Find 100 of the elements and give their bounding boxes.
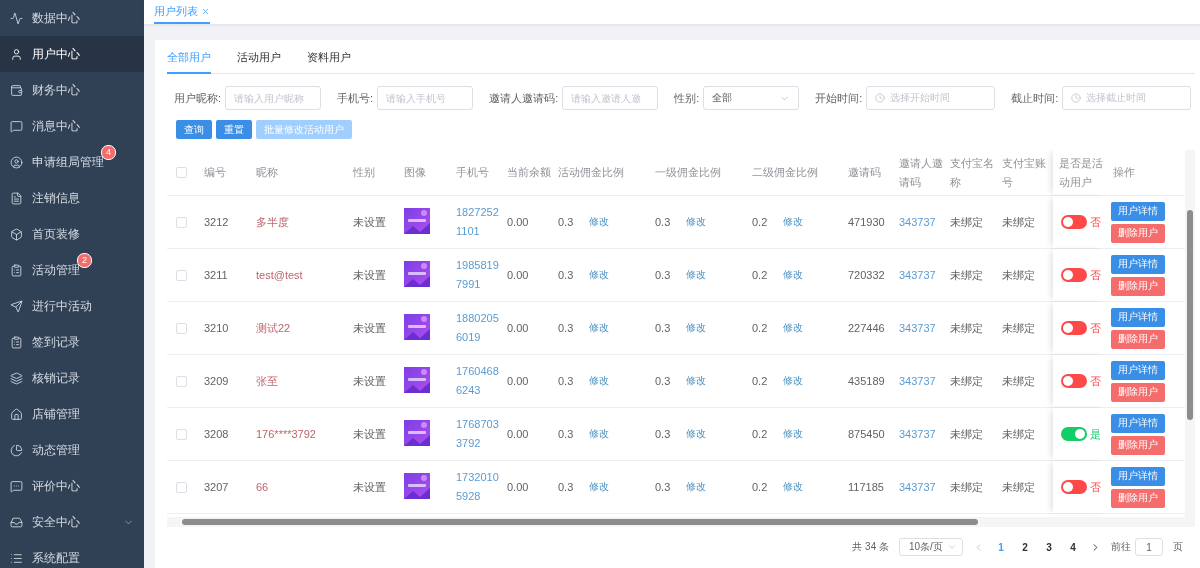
tab[interactable]: 资料用户 [307, 50, 351, 74]
page-size-select[interactable]: 10条/页 [899, 538, 963, 556]
details-button[interactable]: 用户详情 [1111, 254, 1165, 274]
toggle-switch[interactable] [1061, 480, 1087, 494]
checkbox[interactable] [176, 269, 187, 281]
phone-link[interactable]: 17604686243 [456, 362, 499, 400]
details-button[interactable]: 用户详情 [1111, 307, 1165, 327]
sidebar-item[interactable]: 核销记录 [0, 360, 144, 396]
page-input[interactable]: 1 [1135, 538, 1163, 556]
sidebar-item[interactable]: 首页装修 [0, 216, 144, 252]
edit-link[interactable]: 修改 [686, 215, 707, 229]
sidebar-item[interactable]: 签到记录 [0, 324, 144, 360]
edit-link[interactable]: 修改 [783, 268, 804, 282]
edit-link[interactable]: 修改 [783, 374, 804, 388]
details-button[interactable]: 用户详情 [1111, 466, 1165, 486]
page-number[interactable]: 4 [1066, 541, 1080, 553]
toggle-switch[interactable] [1061, 268, 1087, 282]
checkbox[interactable] [176, 481, 187, 493]
sidebar-item[interactable]: 系统配置 [0, 540, 144, 568]
select-field[interactable]: 全部 [703, 86, 800, 110]
edit-link[interactable]: 修改 [686, 480, 707, 494]
close-icon[interactable] [201, 6, 210, 16]
details-button[interactable]: 用户详情 [1111, 201, 1165, 221]
edit-link[interactable]: 修改 [783, 321, 804, 335]
checkbox[interactable] [176, 216, 187, 228]
table-cell-text: 未设置 [353, 214, 387, 230]
sidebar-item[interactable]: 进行中活动 [0, 288, 144, 324]
sidebar-item[interactable]: 评价中心 [0, 468, 144, 504]
page-number[interactable]: 1 [994, 541, 1008, 553]
send-icon [10, 299, 23, 313]
delete-button[interactable]: 删除用户 [1111, 435, 1165, 455]
sidebar-item[interactable]: 动态管理 [0, 432, 144, 468]
tab[interactable]: 全部用户 [167, 50, 211, 74]
sidebar-label: 消息中心 [32, 117, 80, 135]
table-cell-text: 0.3 [655, 373, 672, 389]
details-button[interactable]: 用户详情 [1111, 413, 1165, 433]
details-button[interactable]: 用户详情 [1111, 360, 1165, 380]
sidebar-item[interactable]: 注销信息 [0, 180, 144, 216]
sidebar-item[interactable]: 申请组局管理 4 [0, 144, 144, 180]
inviter-link[interactable]: 343737 [899, 318, 950, 338]
sidebar-label: 用户中心 [32, 45, 80, 63]
table-cell-text: 0.2 [752, 373, 769, 389]
action-button[interactable]: 重置 [216, 120, 252, 139]
action-button[interactable]: 查询 [176, 120, 212, 139]
toggle-switch[interactable] [1061, 374, 1087, 388]
inviter-link[interactable]: 343737 [899, 477, 950, 497]
edit-link[interactable]: 修改 [589, 268, 610, 282]
edit-link[interactable]: 修改 [686, 268, 707, 282]
horizontal-scrollbar[interactable] [167, 517, 1185, 527]
sidebar-item[interactable]: 活动管理 2 [0, 252, 144, 288]
inviter-link[interactable]: 343737 [899, 424, 950, 444]
sidebar-item[interactable]: 数据中心 [0, 0, 144, 36]
sidebar-item[interactable]: 用户中心 [0, 36, 144, 72]
edit-link[interactable]: 修改 [783, 480, 804, 494]
phone-link[interactable]: 17687033792 [456, 415, 499, 453]
table-cell-text: 未设置 [353, 479, 387, 495]
toggle-switch[interactable] [1061, 427, 1087, 441]
edit-link[interactable]: 修改 [589, 427, 610, 441]
inviter-link[interactable]: 343737 [899, 265, 950, 285]
total-count: 共 34 条 [852, 540, 889, 554]
edit-link[interactable]: 修改 [589, 480, 610, 494]
sidebar-item[interactable]: 店铺管理 [0, 396, 144, 432]
phone-link[interactable]: 17320105928 [456, 468, 499, 506]
edit-link[interactable]: 修改 [783, 427, 804, 441]
sidebar-item[interactable]: 安全中心 [0, 504, 144, 540]
sidebar-label: 核销记录 [32, 369, 80, 387]
delete-button[interactable]: 删除用户 [1111, 276, 1165, 296]
edit-link[interactable]: 修改 [589, 321, 610, 335]
sidebar-item[interactable]: 消息中心 [0, 108, 144, 144]
clipboard-icon [10, 335, 23, 349]
checkbox[interactable] [176, 375, 187, 387]
vertical-scrollbar[interactable] [1185, 150, 1195, 527]
delete-button[interactable]: 删除用户 [1111, 223, 1165, 243]
edit-link[interactable]: 修改 [686, 374, 707, 388]
table-cell-text: 3211 [204, 267, 229, 283]
delete-button[interactable]: 删除用户 [1111, 488, 1165, 508]
checkbox[interactable] [176, 167, 187, 178]
page-number[interactable]: 2 [1018, 541, 1032, 553]
phone-link[interactable]: 19858197991 [456, 256, 499, 294]
edit-link[interactable]: 修改 [589, 374, 610, 388]
edit-link[interactable]: 修改 [686, 427, 707, 441]
edit-link[interactable]: 修改 [686, 321, 707, 335]
page-tab[interactable]: 用户列表 [154, 0, 210, 24]
checkbox[interactable] [176, 428, 187, 440]
clock-icon [875, 93, 886, 103]
delete-button[interactable]: 删除用户 [1111, 329, 1165, 349]
phone-link[interactable]: 18802056019 [456, 309, 499, 347]
page-number[interactable]: 3 [1042, 541, 1056, 553]
checkbox[interactable] [176, 322, 187, 334]
table-cell-text: 117185 [848, 479, 885, 495]
inviter-link[interactable]: 343737 [899, 212, 950, 232]
toggle-switch[interactable] [1061, 321, 1087, 335]
tab[interactable]: 活动用户 [237, 50, 281, 74]
delete-button[interactable]: 删除用户 [1111, 382, 1165, 402]
inviter-link[interactable]: 343737 [899, 371, 950, 391]
sidebar-item[interactable]: 财务中心 [0, 72, 144, 108]
phone-link[interactable]: 18272521101 [456, 203, 499, 241]
toggle-switch[interactable] [1061, 215, 1087, 229]
edit-link[interactable]: 修改 [589, 215, 610, 229]
edit-link[interactable]: 修改 [783, 215, 804, 229]
